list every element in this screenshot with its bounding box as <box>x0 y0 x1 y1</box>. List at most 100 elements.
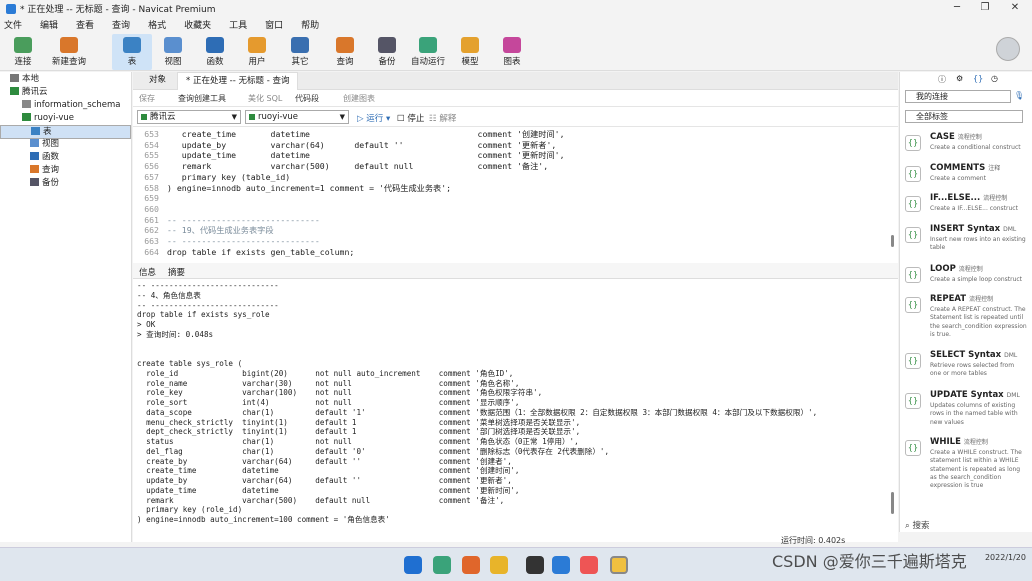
avatar[interactable] <box>996 37 1020 61</box>
database-select[interactable]: ruoyi-vue ▼ <box>245 110 349 124</box>
gear-icon[interactable]: ⚙ <box>956 74 963 83</box>
beautify-sql-button[interactable]: 美化 SQL <box>248 93 282 104</box>
snippet-item[interactable]: {} UPDATE Syntax DML Updates columns of ex… <box>905 390 1029 426</box>
maximize-icon[interactable]: ❐ <box>970 0 1000 17</box>
microphone-icon[interactable]: 🎙 <box>1014 91 1024 100</box>
selector-row: 腾讯云 ▼ ruoyi-vue ▼ ▷ 运行 ▾ ☐ 停止 ☷ 解释 <box>133 108 898 127</box>
output-line: data_scope char(1) default '1' comment '… <box>137 407 818 417</box>
other-button[interactable]: 其它 <box>285 34 315 70</box>
snippet-search[interactable]: ⌕ 搜索 <box>905 519 929 531</box>
tree-functions[interactable]: 函数 <box>30 151 59 164</box>
sql-editor[interactable]: 653 create_time datetime comment '创建时间',… <box>133 128 898 261</box>
tree-backups[interactable]: 备份 <box>30 177 59 190</box>
edge-icon[interactable] <box>433 556 451 574</box>
function-button[interactable]: 函数 <box>200 34 230 70</box>
output-line: create_by varchar(64) default '' comment… <box>137 456 512 466</box>
code-snippet-button[interactable]: 代码段 <box>295 93 319 104</box>
view-button[interactable]: 视图 <box>158 34 188 70</box>
query-button[interactable]: 查询 <box>330 34 360 70</box>
menu-item[interactable]: 帮助 <box>301 18 319 31</box>
windows-start-icon[interactable] <box>404 556 422 574</box>
tree-connection-cloud[interactable]: 腾讯云 <box>10 86 48 99</box>
output-line: role_name varchar(30) not null comment '… <box>137 378 520 388</box>
snippet-title-text: CASE <box>930 132 955 142</box>
snippet-icon: {} <box>905 297 921 313</box>
new-query-button[interactable]: 新建查询 <box>48 34 90 70</box>
menu-item[interactable]: 收藏夹 <box>184 18 211 31</box>
snippet-description: Create a simple loop construct <box>930 276 1023 283</box>
database-icon <box>22 100 31 108</box>
snippet-description: Updates columns of existing rows in the … <box>930 402 1018 426</box>
backup-button[interactable]: 备份 <box>372 34 402 70</box>
output-line: dept_check_strictly tinyint(1) default 1… <box>137 427 581 437</box>
close-icon[interactable]: ✕ <box>1000 0 1030 17</box>
explain-button[interactable]: ☷ 解释 <box>429 112 456 124</box>
menu-item[interactable]: 编辑 <box>40 18 58 31</box>
query-builder-button[interactable]: 查询创建工具 <box>178 93 226 104</box>
tree-db-information-schema[interactable]: information_schema <box>22 99 121 112</box>
user-icon <box>248 37 266 53</box>
editor-line: 663 -- ---------------------------- <box>133 236 888 247</box>
info-icon[interactable]: ⓘ <box>938 74 946 85</box>
tree-queries[interactable]: 查询 <box>30 164 59 177</box>
editor-scrollbar[interactable] <box>891 235 894 247</box>
table-button[interactable]: 表 <box>112 34 152 70</box>
table-icon <box>31 127 40 135</box>
output-line: create_time datetime comment '创建时间', <box>137 466 520 476</box>
tab-current-query[interactable]: * 正在处理 -- 无标题 - 查询 <box>177 72 299 90</box>
firefox-icon[interactable] <box>462 556 480 574</box>
navicat-taskbar-icon[interactable] <box>610 556 628 574</box>
tab-info[interactable]: 信息 <box>139 266 156 278</box>
snippet-description: Create a comment <box>930 175 986 182</box>
output-scrollbar[interactable] <box>891 492 894 514</box>
menu-item[interactable]: 窗口 <box>265 18 283 31</box>
terminal-icon[interactable] <box>526 556 544 574</box>
save-button[interactable]: 保存 <box>139 93 155 104</box>
create-chart-button[interactable]: 创建图表 <box>343 93 375 104</box>
auto-run-button[interactable]: 自动运行 <box>410 34 446 70</box>
tab-summary[interactable]: 摘要 <box>168 266 185 278</box>
tag-filter-select[interactable]: 全部标签 <box>905 110 1023 123</box>
snippet-item[interactable]: {} INSERT Syntax DML Insert new rows into … <box>905 224 1029 260</box>
menu-item[interactable]: 格式 <box>148 18 166 31</box>
model-button[interactable]: 模型 <box>455 34 485 70</box>
editor-line: 664 drop table if exists gen_table_column… <box>133 247 888 258</box>
snippet-title: REPEAT 流程控制 <box>930 294 993 304</box>
connect-button[interactable]: 连接 <box>6 34 40 70</box>
connection-filter-select[interactable]: 我的连接 <box>905 90 1011 103</box>
tree-db-ruoyi-vue[interactable]: ruoyi-vue <box>22 112 74 125</box>
tab-objects[interactable]: 对象 <box>141 72 174 90</box>
tree-local[interactable]: 本地 <box>10 73 39 86</box>
output-line: role_key varchar(100) not null comment '… <box>137 388 543 398</box>
run-button[interactable]: ▷ 运行 ▾ <box>357 112 390 124</box>
app-icon[interactable] <box>580 556 598 574</box>
snippet-title-text: COMMENTS <box>930 163 986 173</box>
store-icon[interactable] <box>552 556 570 574</box>
snippet-item[interactable]: {} SELECT Syntax DML Retrieve rows selecte… <box>905 350 1029 386</box>
code-icon[interactable]: {} <box>973 74 983 83</box>
new-query-icon <box>60 37 78 53</box>
chart-button[interactable]: 图表 <box>497 34 527 70</box>
snippet-item[interactable]: {} WHILE 流程控制 Create a WHILE construct. Th… <box>905 437 1029 489</box>
snippet-title-text: LOOP <box>930 264 956 274</box>
computer-icon <box>10 74 19 82</box>
table-icon <box>123 37 141 53</box>
connection-select[interactable]: 腾讯云 ▼ <box>137 110 241 124</box>
menu-bar: 文件 编辑 查看 查询 格式 收藏夹 工具 窗口 帮助 <box>0 17 1032 32</box>
folder-icon[interactable] <box>490 556 508 574</box>
menu-item[interactable]: 文件 <box>4 18 22 31</box>
history-icon[interactable]: ◷ <box>991 74 998 83</box>
snippet-item[interactable]: {} REPEAT 流程控制 Create A REPEAT construct. … <box>905 294 1029 338</box>
snippet-description: Retrieve rows selected from one or more … <box>930 362 1015 378</box>
menu-item[interactable]: 查询 <box>112 18 130 31</box>
snippet-description: Insert new rows into an existing table <box>930 236 1026 252</box>
query-icon <box>336 37 354 53</box>
snippet-tag: DML <box>1003 226 1017 233</box>
tree-tables[interactable]: 表 <box>0 125 131 139</box>
menu-item[interactable]: 查看 <box>76 18 94 31</box>
minimize-icon[interactable]: ─ <box>942 0 972 17</box>
tree-views[interactable]: 视图 <box>30 138 59 151</box>
stop-button[interactable]: ☐ 停止 <box>397 112 424 124</box>
user-button[interactable]: 用户 <box>242 34 272 70</box>
menu-item[interactable]: 工具 <box>229 18 247 31</box>
